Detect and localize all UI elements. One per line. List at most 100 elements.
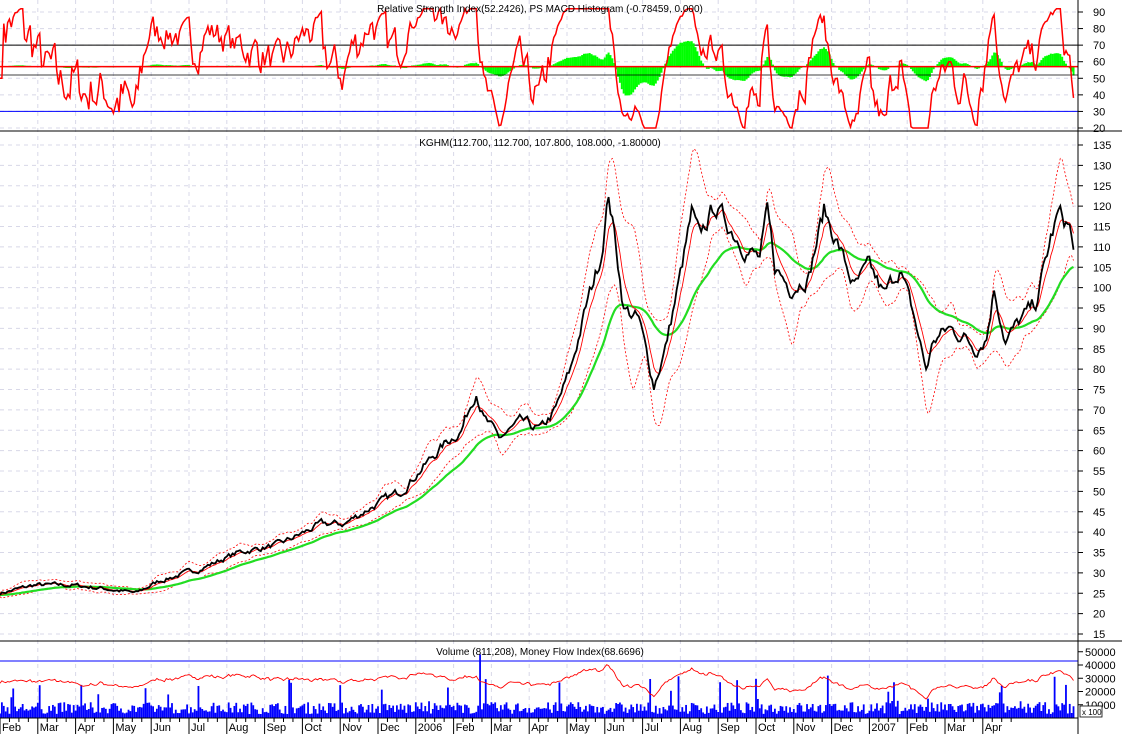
volume-bar <box>989 707 992 718</box>
volume-bar <box>919 704 922 718</box>
volume-bar <box>467 707 470 718</box>
volume-bar <box>813 710 816 718</box>
volume-bar <box>923 710 926 718</box>
volume-bar <box>983 707 986 718</box>
volume-bar <box>603 713 606 718</box>
price-y-tick-label: 35 <box>1093 548 1105 560</box>
volume-bar <box>628 709 631 718</box>
price-y-tick-label: 65 <box>1093 425 1105 437</box>
volume-bar <box>721 712 723 718</box>
volume-bar <box>161 710 164 718</box>
volume-bar <box>220 711 223 718</box>
volume-bar <box>596 706 599 718</box>
volume-bar <box>558 682 561 718</box>
volume-bar <box>1051 712 1054 718</box>
volume-bar <box>339 685 342 718</box>
price-y-tick-label: 110 <box>1093 242 1111 254</box>
volume-bar <box>974 712 977 718</box>
volume-bar <box>106 713 109 718</box>
volume-bar <box>624 707 627 718</box>
volume-bar <box>677 676 680 718</box>
volume-bar <box>987 704 990 718</box>
volume-bar <box>550 712 553 718</box>
volume-bar <box>585 705 587 718</box>
volume-bar <box>683 711 686 718</box>
volume-bar <box>309 713 311 718</box>
volume-bar <box>25 708 28 718</box>
volume-bar <box>72 705 75 718</box>
volume-bar <box>360 704 362 718</box>
volume-bar <box>821 712 824 718</box>
volume-bar <box>388 705 391 718</box>
volume-bar <box>785 706 788 718</box>
rsi-y-tick-label: 90 <box>1093 7 1105 19</box>
volume-bar <box>163 707 166 718</box>
volume-bar <box>19 707 22 718</box>
x-tick-label: Nov <box>796 722 816 734</box>
volume-bar <box>819 704 822 718</box>
volume-bar <box>1063 704 1065 718</box>
volume-bar <box>583 709 585 718</box>
volume-bar <box>203 710 206 718</box>
volume-bar <box>927 698 929 718</box>
volume-bar <box>955 711 958 718</box>
x-tick-label: Dec <box>834 722 854 734</box>
volume-bar <box>363 712 366 718</box>
volume-bar <box>791 711 793 718</box>
volume-bar <box>233 705 236 718</box>
volume-bar <box>758 708 761 718</box>
volume-bar <box>10 697 13 718</box>
volume-bar <box>382 704 385 718</box>
volume-bar <box>575 708 578 718</box>
x-tick-label: Nov <box>342 722 362 734</box>
volume-bar <box>879 708 882 718</box>
volume-bar <box>598 712 601 718</box>
volume-bar <box>734 708 737 718</box>
price-y-tick-label: 75 <box>1093 385 1105 397</box>
volume-bar <box>522 709 525 718</box>
volume-bar <box>594 712 597 718</box>
volume-bar <box>970 706 973 718</box>
volume-bar <box>768 705 771 718</box>
volume-bar <box>171 703 173 718</box>
volume-bar <box>290 682 292 718</box>
volume-bar <box>953 709 956 718</box>
price-y-tick-label: 120 <box>1093 201 1111 213</box>
x-tick-label: Feb <box>456 722 475 734</box>
volume-bar <box>430 713 432 718</box>
volume-bar <box>403 705 406 718</box>
volume-bar <box>853 712 856 718</box>
volume-bar <box>800 705 803 718</box>
x-tick-label: May <box>569 722 590 734</box>
volume-bar <box>116 705 119 718</box>
volume-bar <box>464 704 466 718</box>
volume-bar <box>552 704 555 718</box>
volume-bar <box>484 679 487 718</box>
volume-bar <box>333 703 336 718</box>
volume-bar <box>889 703 892 718</box>
volume-bar <box>84 703 86 718</box>
volume-bar <box>792 708 795 718</box>
volume-bar <box>645 710 648 718</box>
volume-bar <box>1061 703 1064 718</box>
volume-bar <box>188 713 190 718</box>
volume-bar <box>921 706 924 718</box>
volume-bar <box>647 702 650 718</box>
volume-bar <box>630 704 633 718</box>
volume-bar <box>1008 709 1011 718</box>
x-tick-label: May <box>115 722 136 734</box>
volume-bar <box>866 713 869 718</box>
volume-bar <box>86 709 88 718</box>
volume-bar <box>496 708 498 718</box>
volume-bar <box>847 711 850 718</box>
volume-bar <box>35 706 37 718</box>
volume-bar <box>823 711 825 718</box>
volume-bar <box>276 703 279 718</box>
volume-bar <box>407 704 410 718</box>
volume-bar <box>764 709 767 718</box>
volume-bar <box>775 713 778 718</box>
volume-bar <box>902 710 905 718</box>
volume-bar <box>437 709 440 718</box>
volume-bar <box>460 705 463 718</box>
volume-bar <box>626 712 629 718</box>
